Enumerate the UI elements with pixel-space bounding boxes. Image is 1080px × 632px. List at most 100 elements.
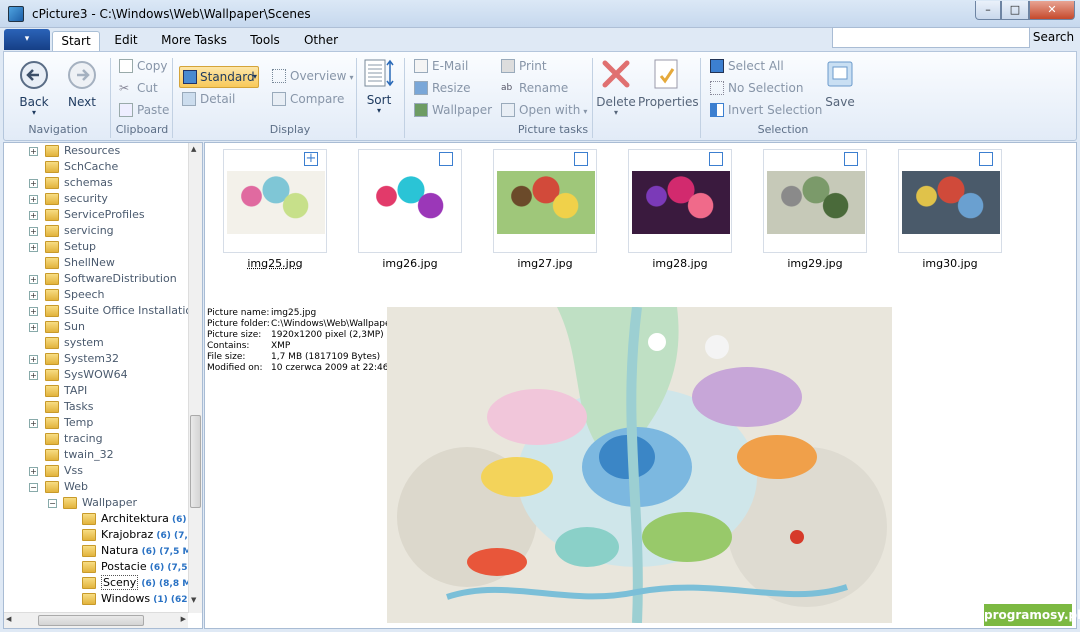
maximize-button[interactable]: □ [1001, 1, 1029, 20]
search-button[interactable]: Search [1031, 27, 1076, 48]
expand-icon[interactable]: + [29, 243, 38, 252]
tree-item-natura[interactable]: Natura (6) (7,5 MB [4, 543, 188, 559]
tree-item-security[interactable]: + security [4, 191, 188, 207]
tree-item-schemas[interactable]: + schemas [4, 175, 188, 191]
sort-button[interactable]: Sort ▾ [362, 58, 396, 115]
thumbnail-card[interactable] [358, 149, 462, 253]
resize-button[interactable]: Resize [414, 78, 470, 98]
tree-item-krajobraz[interactable]: Krajobraz (6) (7,2 [4, 527, 188, 543]
standard-view-button[interactable]: Standard ▾ [179, 66, 259, 88]
tree-item-setup[interactable]: + Setup [4, 239, 188, 255]
close-button[interactable]: ✕ [1029, 1, 1075, 20]
tree-vertical-scrollbar[interactable]: ▲ ▼ [188, 143, 202, 613]
back-button[interactable]: Back ▾ [14, 60, 54, 117]
tree-item-ssuite-office-installations[interactable]: + SSuite Office Installations [4, 303, 188, 319]
tree-item-windows[interactable]: Windows (1) (627 [4, 591, 188, 607]
thumbnail-card[interactable] [898, 149, 1002, 253]
tree-item-temp[interactable]: + Temp [4, 415, 188, 431]
thumbnail-filename[interactable]: img29.jpg [763, 257, 867, 270]
select-checkbox[interactable]: + [304, 152, 318, 166]
tab-tools[interactable]: Tools [244, 31, 286, 51]
thumbnail-filename[interactable]: img27.jpg [493, 257, 597, 270]
tree-item-system[interactable]: system [4, 335, 188, 351]
tab-edit[interactable]: Edit [108, 31, 144, 51]
expand-icon[interactable]: + [29, 371, 38, 380]
app-icon[interactable] [8, 6, 24, 22]
rename-button[interactable]: ab Rename [501, 78, 568, 98]
thumbnail-card[interactable] [493, 149, 597, 253]
delete-button[interactable]: Delete ▾ [596, 58, 636, 117]
expand-icon[interactable]: + [29, 323, 38, 332]
copy-button[interactable]: Copy [119, 56, 167, 76]
expand-icon[interactable]: + [29, 419, 38, 428]
collapse-icon[interactable]: − [48, 499, 57, 508]
scroll-down-icon[interactable]: ▼ [191, 596, 196, 604]
expand-icon[interactable]: + [29, 307, 38, 316]
tree-item-resources[interactable]: + Resources [4, 143, 188, 159]
tree-item-sceny[interactable]: Sceny (6) (8,8 MB) [4, 575, 188, 591]
tree-item-web[interactable]: − Web [4, 479, 188, 495]
overview-button[interactable]: Overview ▾ [272, 66, 354, 86]
email-button[interactable]: E-Mail [414, 56, 468, 76]
detail-view-button[interactable]: Detail [182, 89, 235, 109]
tree-item-twain-32[interactable]: twain_32 [4, 447, 188, 463]
tree-item-sun[interactable]: + Sun [4, 319, 188, 335]
scrollbar-thumb[interactable] [190, 415, 201, 508]
tab-start[interactable]: Start [52, 31, 100, 51]
scroll-right-icon[interactable]: ▶ [181, 615, 186, 623]
expand-icon[interactable]: + [29, 227, 38, 236]
properties-button[interactable]: Properties [638, 58, 699, 109]
select-all-button[interactable]: Select All [710, 56, 784, 76]
expand-icon[interactable]: + [29, 275, 38, 284]
expand-icon[interactable]: + [29, 467, 38, 476]
tree-item-tasks[interactable]: Tasks [4, 399, 188, 415]
tab-more-tasks[interactable]: More Tasks [158, 31, 230, 51]
expand-icon[interactable]: + [29, 179, 38, 188]
tree-item-postacie[interactable]: Postacie (6) (7,5 M [4, 559, 188, 575]
save-button[interactable]: Save [820, 58, 860, 109]
thumbnail-card[interactable] [628, 149, 732, 253]
tree-item-vss[interactable]: + Vss [4, 463, 188, 479]
thumbnail-card[interactable]: + [223, 149, 327, 253]
open-with-button[interactable]: Open with ▾ [501, 100, 587, 120]
expand-icon[interactable]: + [29, 291, 38, 300]
thumbnail-filename[interactable]: img26.jpg [358, 257, 462, 270]
tree-item-syswow64[interactable]: + SysWOW64 [4, 367, 188, 383]
paste-button[interactable]: Paste [119, 100, 169, 120]
search-input[interactable] [832, 27, 1030, 48]
tree-item-serviceprofiles[interactable]: + ServiceProfiles [4, 207, 188, 223]
cut-button[interactable]: ✂ Cut [119, 78, 158, 98]
thumbnail-filename[interactable]: img30.jpg [898, 257, 1002, 270]
expand-icon[interactable]: + [29, 195, 38, 204]
thumbnail-filename[interactable]: img25.jpg [223, 257, 327, 270]
invert-selection-button[interactable]: Invert Selection [710, 100, 822, 120]
expand-icon[interactable]: + [29, 147, 38, 156]
select-checkbox[interactable] [574, 152, 588, 166]
tab-other[interactable]: Other [300, 31, 342, 51]
tree-item-softwaredistribution[interactable]: + SoftwareDistribution [4, 271, 188, 287]
tree-item-tracing[interactable]: tracing [4, 431, 188, 447]
next-button[interactable]: Next [62, 60, 102, 109]
thumbnail-filename[interactable]: img28.jpg [628, 257, 732, 270]
app-menu-button[interactable]: ▾ [4, 29, 50, 50]
expand-icon[interactable]: + [29, 355, 38, 364]
tree-horizontal-scrollbar[interactable]: ◀ ▶ [4, 612, 188, 628]
select-checkbox[interactable] [439, 152, 453, 166]
select-checkbox[interactable] [844, 152, 858, 166]
scroll-up-icon[interactable]: ▲ [191, 145, 196, 153]
tree-item-speech[interactable]: + Speech [4, 287, 188, 303]
tree-item-wallpaper[interactable]: − Wallpaper [4, 495, 188, 511]
tree-item-servicing[interactable]: + servicing [4, 223, 188, 239]
select-checkbox[interactable] [709, 152, 723, 166]
picture-preview[interactable] [387, 307, 892, 623]
select-checkbox[interactable] [979, 152, 993, 166]
wallpaper-button[interactable]: Wallpaper [414, 100, 492, 120]
no-selection-button[interactable]: No Selection [710, 78, 803, 98]
tree-item-architektura[interactable]: Architektura (6) (6,2 [4, 511, 188, 527]
scroll-left-icon[interactable]: ◀ [6, 615, 11, 623]
expand-icon[interactable]: + [29, 211, 38, 220]
tree-item-system32[interactable]: + System32 [4, 351, 188, 367]
tree-item-shellnew[interactable]: ShellNew [4, 255, 188, 271]
tree-item-tapi[interactable]: TAPI [4, 383, 188, 399]
minimize-button[interactable]: – [975, 1, 1001, 20]
